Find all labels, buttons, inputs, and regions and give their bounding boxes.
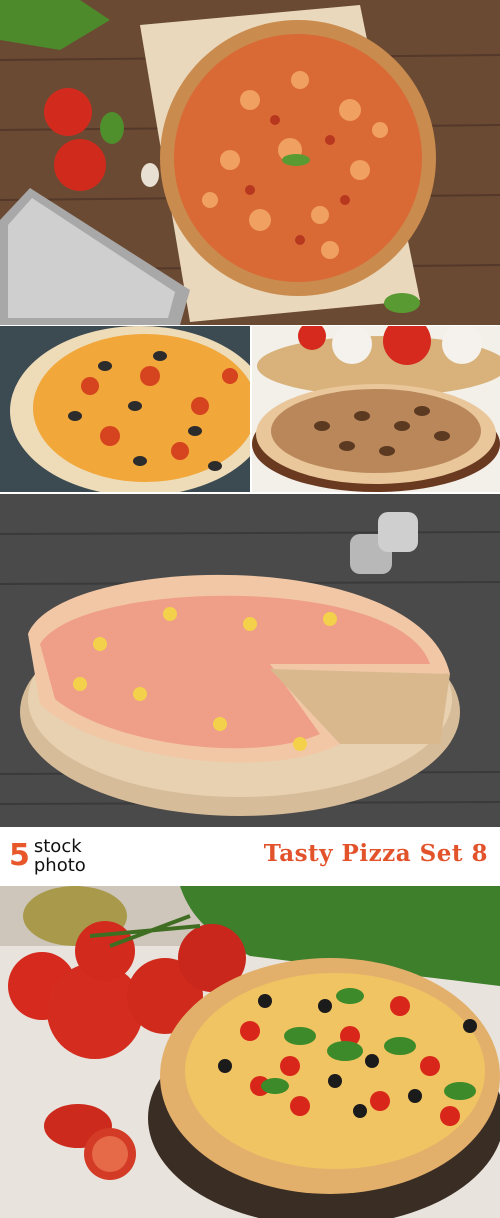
logo-number: 5 [9,838,30,873]
photo-pizza-board [0,494,500,827]
logo-word-photo: photo [33,855,86,876]
logo-word-stock: stock [33,836,82,857]
logo-text: stock photo [34,837,86,875]
photo-pizza-topdown [0,0,500,325]
photo-pizza-basil [0,886,500,1218]
page-title: Tasty Pizza Set 8 [263,840,488,867]
stock-photo-logo: 5 stock photo [9,837,86,875]
title-banner: 5 stock photo Tasty Pizza Set 8 [0,827,500,885]
photo-pizza-olives [0,326,250,492]
photo-pizza-mushroom [252,326,500,492]
